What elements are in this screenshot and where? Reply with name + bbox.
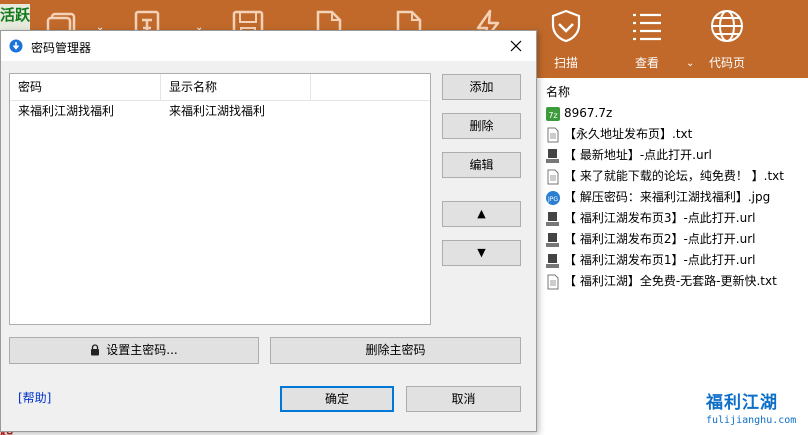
app-icon [9,39,23,53]
edit-button[interactable]: 编辑 [442,152,521,178]
codepage-button[interactable]: 代码页 [691,0,763,78]
file-row[interactable]: 【 最新地址】-点此打开.url [545,145,808,166]
file-name: 【 来了就能下载的论坛，纯免费！ 】.txt [564,169,784,183]
file-name: 【 福利江湖发布页3】-点此打开.url [564,211,756,225]
svg-text:JPG: JPG [547,196,558,203]
set-master-password-label: 设置主密码... [106,343,178,357]
file-name: 【 解压密码：来福利江湖找福利】.jpg [564,190,771,204]
scan-label: 扫描 [553,56,578,70]
file-row[interactable]: 【 福利江湖发布页1】-点此打开.url [545,250,808,271]
watermark-logo: 福利江湖 [706,393,778,413]
file-row[interactable]: 【 来了就能下载的论坛，纯免费！ 】.txt [545,166,808,187]
table-row[interactable]: 来福利江湖找福利 来福利江湖找福利 [10,101,430,121]
archive-icon: 7z [546,106,560,121]
list-icon [633,13,661,41]
password-cell: 来福利江湖找福利 [18,104,115,118]
file-name: 8967.7z [564,106,613,120]
file-row[interactable]: 【 福利江湖发布页3】-点此打开.url [545,208,808,229]
password-list[interactable]: 密码 显示名称 来福利江湖找福利 来福利江湖找福利 [9,73,431,325]
file-name: 【 福利江湖发布页2】-点此打开.url [564,232,756,246]
close-icon [510,40,522,52]
lock-icon [91,344,100,356]
file-name: 【 福利江湖】全免费-无套路-更新快.txt [564,274,777,288]
set-master-password-button[interactable]: 设置主密码... [9,337,259,364]
background-app-title-fragment: 活跃 [0,4,30,30]
delete-button[interactable]: 删除 [442,113,521,139]
move-up-button[interactable]: ▲ [442,201,521,227]
help-link[interactable]: [帮助] [18,389,51,406]
file-row[interactable]: JPG 【 解压密码：来福利江湖找福利】.jpg [545,187,808,208]
file-list: 名称 7z 8967.7z 【永久地址发布页】.txt 【 最新地址】-点此打开… [538,78,808,435]
globe-icon [711,10,743,42]
dialog-title: 密码管理器 [31,41,92,55]
text-file-icon [547,274,559,289]
file-name: 【永久地址发布页】.txt [564,127,693,141]
close-button[interactable] [496,31,536,61]
file-row[interactable]: 【永久地址发布页】.txt [545,124,808,145]
file-row[interactable]: 【 福利江湖】全免费-无套路-更新快.txt [545,271,808,292]
file-name: 【 最新地址】-点此打开.url [564,148,712,162]
move-down-button[interactable]: ▼ [442,240,521,266]
file-name: 【 福利江湖发布页1】-点此打开.url [564,253,756,267]
dialog-titlebar[interactable]: 密码管理器 [1,31,536,61]
file-row[interactable]: 【 福利江湖发布页2】-点此打开.url [545,229,808,250]
url-file-icon [546,232,559,247]
list-header: 密码 显示名称 [10,74,430,101]
url-file-icon [546,211,559,226]
svg-text:7z: 7z [548,111,557,120]
watermark: 福利江湖 fulijianghu.com [706,388,806,432]
delete-master-password-button[interactable]: 删除主密码 [270,337,521,364]
display-name-cell: 来福利江湖找福利 [169,104,266,118]
password-manager-dialog: 密码管理器 密码 显示名称 来福利江湖找福利 来福利江湖找福利 添加 删除 编辑… [0,30,537,432]
view-button[interactable]: 查看 [611,0,683,78]
ok-button[interactable]: 确定 [280,386,394,412]
text-file-icon [547,169,559,184]
column-header-display-name[interactable]: 显示名称 [161,74,311,100]
column-header-password[interactable]: 密码 [10,74,161,100]
watermark-url: fulijianghu.com [706,415,797,426]
column-header-name[interactable]: 名称 [546,83,570,100]
cancel-button[interactable]: 取消 [406,386,521,412]
file-row[interactable]: 7z 8967.7z [545,103,808,124]
scan-button[interactable]: 扫描 [530,0,602,78]
text-file-icon [547,127,559,142]
url-file-icon [546,148,559,163]
url-file-icon [546,253,559,268]
shield-check-icon [551,9,581,43]
view-label: 查看 [634,56,659,70]
image-file-icon: JPG [546,190,560,205]
codepage-label: 代码页 [708,56,745,70]
add-button[interactable]: 添加 [442,74,521,100]
